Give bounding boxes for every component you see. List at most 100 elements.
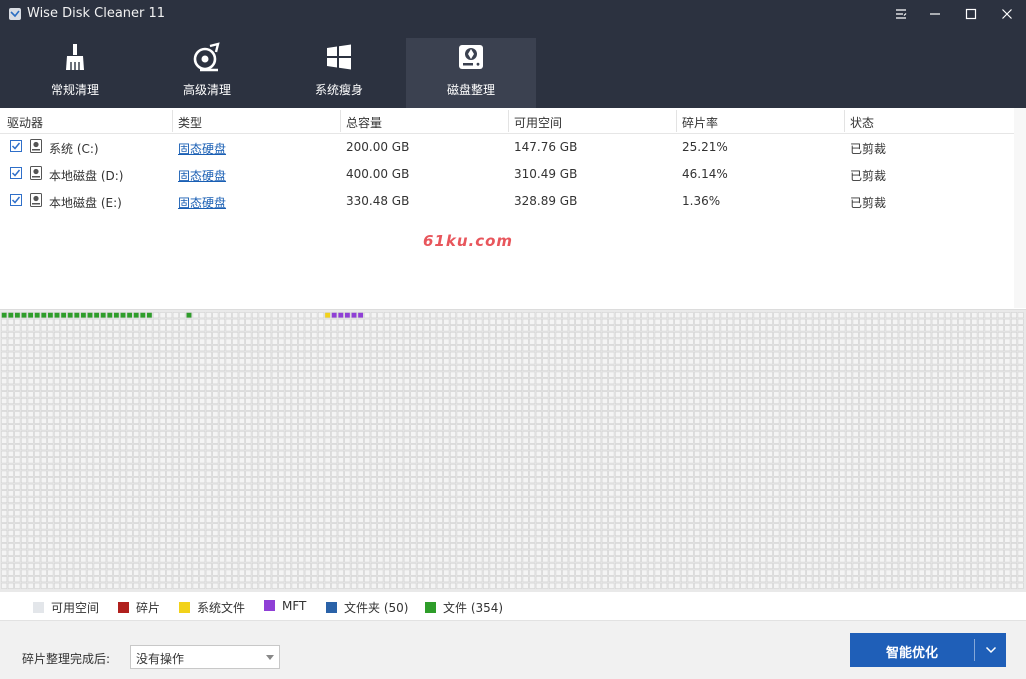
nav-item-common-clean[interactable]: 常规清理 <box>10 38 140 108</box>
menu-button[interactable] <box>884 0 918 28</box>
column-divider[interactable] <box>676 110 677 132</box>
close-button[interactable] <box>990 0 1024 28</box>
column-header-status[interactable]: 状态 <box>850 114 874 131</box>
bottom-bar: 碎片整理完成后: 没有操作 智能优化 <box>0 620 1026 679</box>
drive-free: 310.49 GB <box>514 167 578 181</box>
drive-status: 已剪裁 <box>850 169 887 183</box>
table-header: 驱动器 类型 总容量 可用空间 碎片率 状态 <box>0 108 1014 134</box>
legend-swatch <box>425 602 436 613</box>
column-divider[interactable] <box>844 110 845 132</box>
smart-optimize-label: 智能优化 <box>885 646 938 661</box>
drive-type-link[interactable]: 固态硬盘 <box>178 167 226 184</box>
advanced-clean-icon <box>193 42 220 72</box>
legend-swatch <box>264 600 275 611</box>
table-scrollbar[interactable] <box>1014 108 1026 308</box>
drive-total: 200.00 GB <box>346 140 410 154</box>
column-header-type[interactable]: 类型 <box>178 114 202 131</box>
drive-frag: 1.36% <box>682 194 721 208</box>
after-defrag-select[interactable]: 没有操作 <box>130 645 280 669</box>
table-row[interactable]: 本地磁盘 (D:) 固态硬盘 400.00 GB 310.49 GB 46.14… <box>0 161 1014 188</box>
drive-table: 驱动器 类型 总容量 可用空间 碎片率 状态 系统 (C:) 固态硬盘 200.… <box>0 108 1014 308</box>
column-header-free[interactable]: 可用空间 <box>514 114 562 131</box>
checkmark-icon <box>11 169 21 177</box>
drive-status: 已剪裁 <box>850 142 887 156</box>
nav-item-advanced-clean[interactable]: 高级清理 <box>142 38 272 108</box>
drive-free: 328.89 GB <box>514 194 578 208</box>
window-title: Wise Disk Cleaner 11 <box>27 6 166 21</box>
drive-type-link[interactable]: 固态硬盘 <box>178 194 226 211</box>
drive-checkbox[interactable] <box>10 194 22 206</box>
column-divider[interactable] <box>340 110 341 132</box>
windows-logo-icon <box>327 44 351 70</box>
smart-optimize-button[interactable]: 智能优化 <box>850 633 1006 667</box>
legend-swatch <box>326 602 337 613</box>
watermark-text: 61ku.com <box>423 232 514 250</box>
close-icon <box>1002 9 1012 19</box>
legend-folder: 文件夹 (50) <box>326 599 409 615</box>
after-defrag-value: 没有操作 <box>136 652 185 666</box>
drive-checkbox[interactable] <box>10 167 22 179</box>
optimize-options-button[interactable] <box>975 633 1006 667</box>
menu-icon <box>896 9 907 19</box>
drive-status: 已剪裁 <box>850 196 887 210</box>
main-nav: 常规清理 高级清理 系统瘦身 磁盘整理 <box>0 38 540 108</box>
drive-frag: 46.14% <box>682 167 728 181</box>
column-header-drive[interactable]: 驱动器 <box>7 114 43 131</box>
drive-checkbox[interactable] <box>10 140 22 152</box>
drive-name: 本地磁盘 (E:) <box>49 196 122 210</box>
hard-drive-icon <box>30 166 42 180</box>
legend-label: 文件 (354) <box>443 601 504 615</box>
legend-fragment: 碎片 <box>118 599 161 615</box>
legend-label: MFT <box>282 599 307 613</box>
legend-mft: MFT <box>264 599 306 613</box>
checkmark-icon <box>11 196 21 204</box>
dropdown-arrow-icon <box>266 655 274 660</box>
legend-free-space: 可用空间 <box>33 599 100 615</box>
app-logo-icon <box>9 8 21 20</box>
drive-frag: 25.21% <box>682 140 728 154</box>
checkmark-icon <box>11 142 21 150</box>
drive-total: 330.48 GB <box>346 194 410 208</box>
cluster-map <box>0 309 1026 592</box>
chevron-down-icon <box>985 646 996 654</box>
legend-file: 文件 (354) <box>425 599 504 615</box>
legend-swatch <box>179 602 190 613</box>
top-bar: Wise Disk Cleaner 11 常规清理 高级清理 系统瘦身 磁盘整理 <box>0 0 1026 108</box>
drive-name: 系统 (C:) <box>49 142 99 156</box>
broom-icon <box>66 44 84 70</box>
legend-label: 可用空间 <box>51 601 100 615</box>
table-row[interactable]: 系统 (C:) 固态硬盘 200.00 GB 147.76 GB 25.21% … <box>0 134 1014 161</box>
hard-drive-icon <box>30 139 42 153</box>
legend-label: 系统文件 <box>197 601 246 615</box>
legend-label: 碎片 <box>136 601 161 615</box>
legend-swatch <box>33 602 44 613</box>
cluster-map-grid <box>1 312 1024 589</box>
maximize-button[interactable] <box>954 0 988 28</box>
after-defrag-label: 碎片整理完成后: <box>22 652 111 666</box>
column-header-total[interactable]: 总容量 <box>346 114 382 131</box>
maximize-icon <box>965 8 977 20</box>
title-bar: Wise Disk Cleaner 11 <box>0 0 1026 28</box>
minimize-button[interactable] <box>918 0 952 28</box>
nav-label-system-slim: 系统瘦身 <box>314 83 363 97</box>
drive-free: 147.76 GB <box>514 140 578 154</box>
column-header-frag[interactable]: 碎片率 <box>682 114 718 131</box>
minimize-icon <box>930 13 940 15</box>
column-divider[interactable] <box>508 110 509 132</box>
nav-label-common-clean: 常规清理 <box>50 83 99 97</box>
disk-defrag-icon <box>459 45 483 69</box>
nav-label-disk-defrag: 磁盘整理 <box>446 83 495 97</box>
nav-item-system-slim[interactable]: 系统瘦身 <box>274 38 404 108</box>
legend-label: 文件夹 (50) <box>344 601 409 615</box>
nav-label-advanced-clean: 高级清理 <box>182 83 231 97</box>
drive-total: 400.00 GB <box>346 167 410 181</box>
drive-type-link[interactable]: 固态硬盘 <box>178 140 226 157</box>
drive-name: 本地磁盘 (D:) <box>49 169 124 183</box>
legend-system-file: 系统文件 <box>179 599 246 615</box>
column-divider[interactable] <box>172 110 173 132</box>
legend-swatch <box>118 602 129 613</box>
map-legend: 可用空间 碎片 系统文件 MFT 文件夹 (50) 文件 (354) <box>0 593 1026 619</box>
hard-drive-icon <box>30 193 42 207</box>
nav-item-disk-defrag[interactable]: 磁盘整理 <box>406 38 536 108</box>
table-row[interactable]: 本地磁盘 (E:) 固态硬盘 330.48 GB 328.89 GB 1.36%… <box>0 188 1014 215</box>
